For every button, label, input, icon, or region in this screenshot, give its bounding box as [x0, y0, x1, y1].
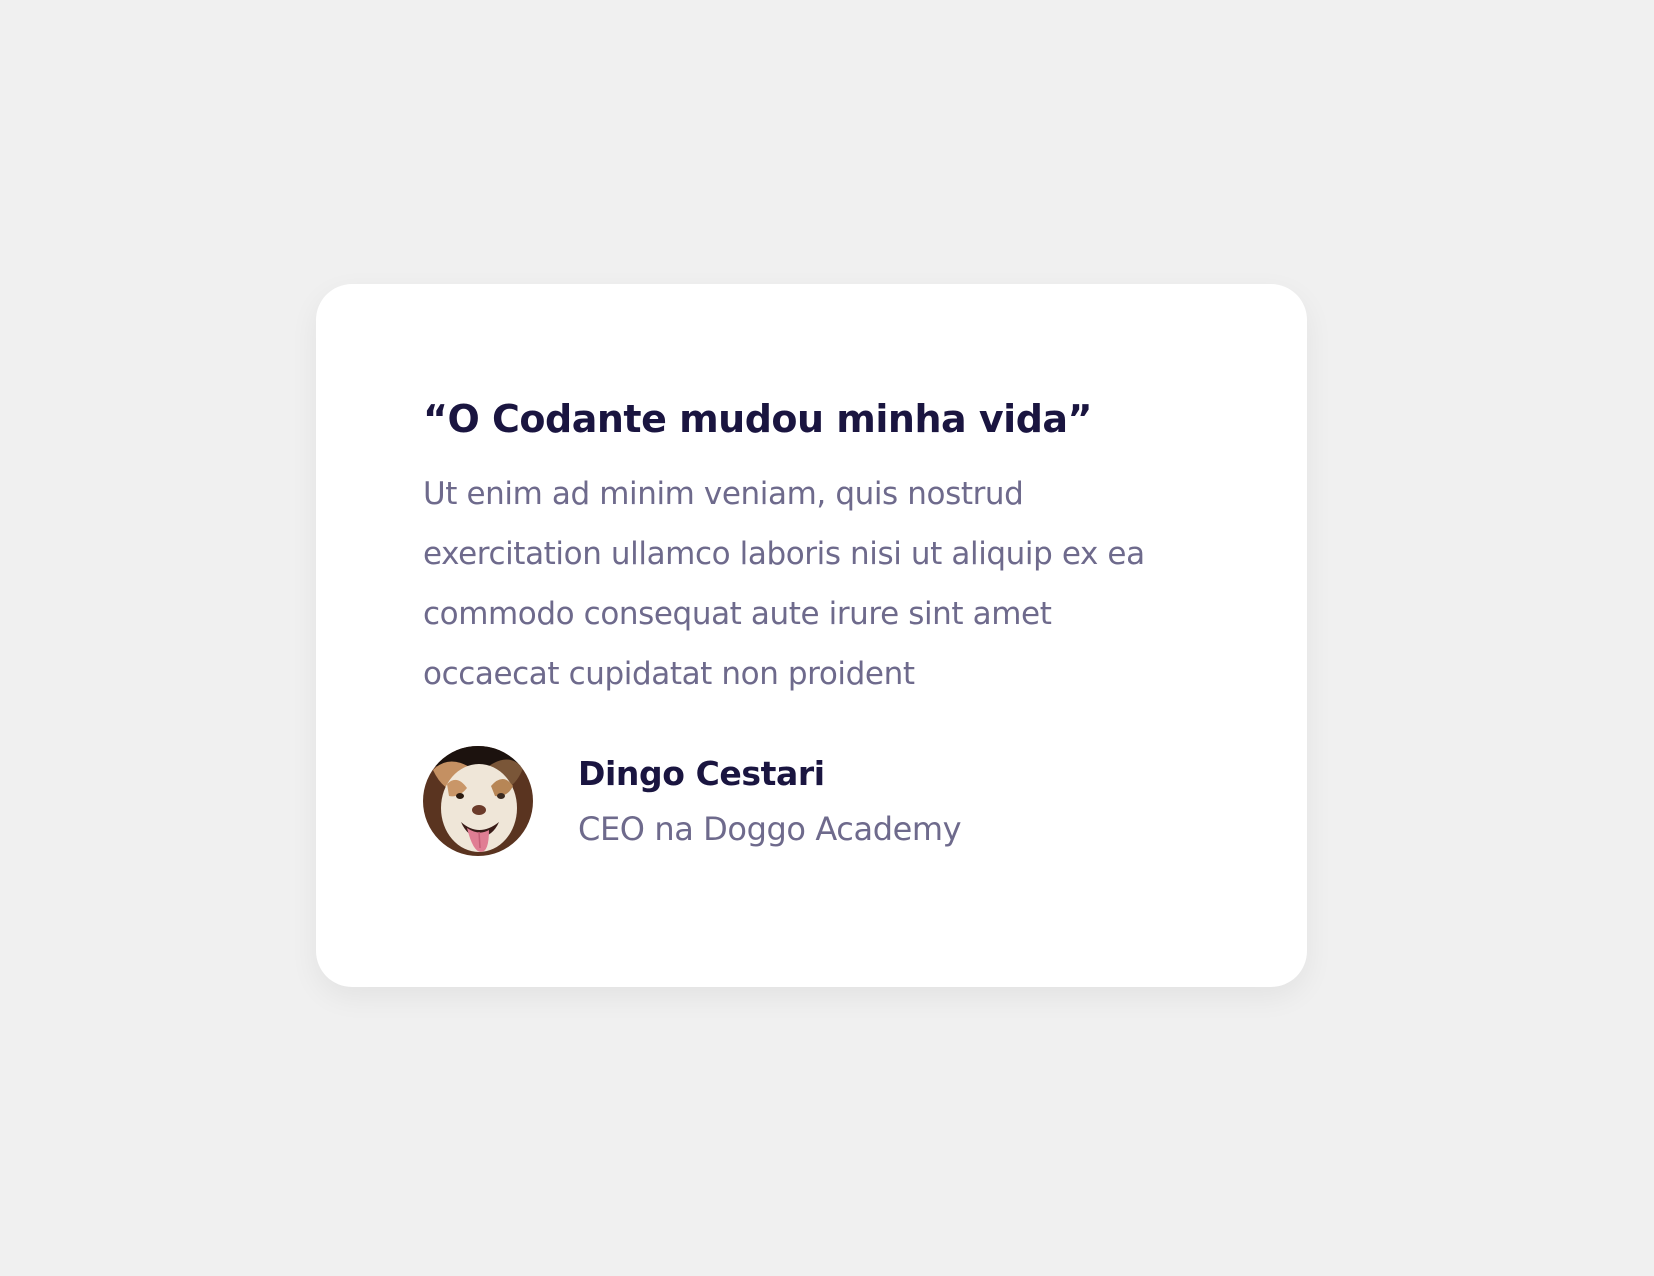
author-name: Dingo Cestari	[578, 754, 825, 793]
testimonial-body: Ut enim ad minim veniam, quis nostrud ex…	[423, 476, 1145, 692]
author-role: CEO na Doggo Academy	[578, 810, 962, 848]
author-block: Dingo Cestari CEO na Doggo Academy	[423, 746, 1201, 856]
dog-avatar-image	[423, 746, 533, 856]
dog-avatar	[423, 746, 533, 856]
author-info: Dingo Cestari CEO na Doggo Academy	[578, 752, 962, 850]
testimonial-card: “O Codante mudou minha vida” Ut enim ad …	[316, 284, 1307, 987]
testimonial-headline: “O Codante mudou minha vida”	[423, 397, 1093, 441]
